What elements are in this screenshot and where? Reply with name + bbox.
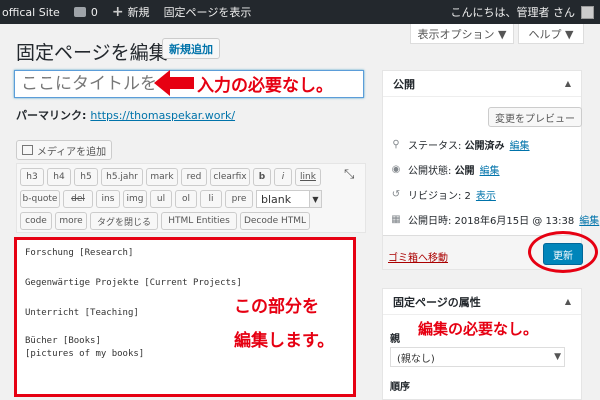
permalink: パーマリンク: https://thomaspekar.work/	[16, 107, 235, 123]
annotation-arrow-icon	[154, 70, 194, 96]
qt-button[interactable]: HTML Entities	[161, 212, 237, 230]
parent-select-value: (親なし)	[397, 353, 435, 365]
editor-line: Gegenwärtige Projekte [Current Projects]	[25, 278, 242, 288]
comments-count: 0	[90, 5, 98, 19]
qt-button[interactable]: h3	[20, 168, 44, 186]
user-account-menu[interactable]: こんにちは、管理者 さん	[444, 0, 600, 24]
add-new-button[interactable]: 新規追加	[162, 38, 220, 59]
add-media-button[interactable]: メディアを追加	[16, 140, 112, 160]
collapse-icon[interactable]: ▲	[565, 297, 571, 306]
permalink-url[interactable]: https://thomaspekar.work/	[90, 109, 235, 122]
qt-button[interactable]: ins	[96, 190, 120, 208]
screen-options-button[interactable]: 表示オプション ▼	[410, 24, 514, 44]
annotation-attributes-note: 編集の必要なし。	[418, 320, 539, 338]
qt-button[interactable]: h4	[47, 168, 71, 186]
plus-icon: +	[111, 4, 124, 20]
new-content-link[interactable]: + 新規	[105, 0, 157, 24]
preview-changes-button[interactable]: 変更をプレビュー	[488, 107, 582, 127]
page-title: 固定ページを編集	[16, 42, 168, 64]
status-label: ステータス:	[408, 141, 462, 152]
annotation-editor-line: この部分を	[234, 297, 319, 317]
parent-label: 親	[390, 334, 400, 345]
qt-button[interactable]: ol	[175, 190, 197, 208]
editor-line: Unterricht [Teaching]	[25, 308, 139, 318]
published-on-row: 公開日時: 2018年6月15日 @ 13:38 編集	[390, 212, 599, 227]
qt-select-value: blank	[261, 192, 292, 206]
published-on-label: 公開日時: 2018年6月15日 @ 13:38	[408, 216, 575, 227]
collapse-icon[interactable]: ▲	[565, 79, 571, 88]
qt-button[interactable]: h5.jahr	[101, 168, 143, 186]
annotation-editor-line: 編集します。	[234, 331, 335, 351]
visibility-label: 公開状態:	[408, 166, 452, 177]
comment-icon	[73, 7, 86, 17]
avatar	[581, 5, 594, 19]
qt-button[interactable]: li	[200, 190, 222, 208]
order-label: 順序	[390, 382, 410, 393]
move-to-trash-link[interactable]: ゴミ箱へ移動	[388, 249, 448, 264]
annotation-circle	[528, 231, 598, 273]
publish-box-title: 公開	[393, 77, 415, 91]
comments-link[interactable]: 0	[67, 0, 105, 24]
qt-button[interactable]: ul	[150, 190, 172, 208]
visibility-row: 公開状態: 公開編集	[390, 162, 500, 177]
qt-button[interactable]: h5	[74, 168, 98, 186]
revisions-label: リビジョン: 2	[408, 191, 471, 202]
annotation-title-note: 入力の必要なし。	[197, 76, 333, 96]
qt-link-button[interactable]: link	[295, 168, 321, 186]
site-name-link[interactable]: offical Site	[0, 0, 67, 24]
page-attributes-header[interactable]: 固定ページの属性 ▲	[383, 289, 581, 315]
qt-button[interactable]: clearfix	[210, 168, 250, 186]
eye-icon	[390, 164, 402, 176]
chevron-down-icon: ▼	[554, 352, 561, 362]
status-edit-link[interactable]: 編集	[510, 137, 530, 152]
chevron-down-icon: ▼	[309, 191, 321, 207]
publish-box-header[interactable]: 公開 ▲	[383, 71, 581, 97]
qt-button[interactable]: red	[181, 168, 207, 186]
revisions-link[interactable]: 表示	[476, 187, 496, 202]
parent-select[interactable]: (親なし) ▼	[390, 347, 565, 367]
revisions-row: リビジョン: 2 表示	[390, 187, 496, 202]
revisions-icon	[390, 189, 402, 201]
editor-line: [pictures of my books]	[25, 349, 145, 359]
status-value: 公開済み	[464, 141, 505, 152]
qt-button[interactable]: pre	[225, 190, 253, 208]
qt-button[interactable]: Decode HTML	[240, 212, 310, 230]
qt-italic-button[interactable]: i	[274, 168, 292, 186]
visibility-value: 公開	[454, 166, 475, 177]
add-media-label: メディアを追加	[36, 146, 107, 158]
qt-del-button[interactable]: del	[63, 190, 93, 208]
qt-button[interactable]: mark	[146, 168, 178, 186]
view-page-link[interactable]: 固定ページを表示	[157, 0, 259, 24]
qt-button[interactable]: code	[20, 212, 52, 230]
qt-select[interactable]: blank ▼	[256, 190, 322, 208]
editor-line: Forschung [Research]	[25, 248, 134, 258]
annotation-editor-note: この部分を 編集します。	[234, 290, 334, 358]
calendar-icon	[390, 214, 402, 226]
greeting-text: こんにちは、管理者 さん	[450, 6, 576, 19]
editor-line: Bücher [Books]	[25, 336, 101, 346]
fullscreen-expand-icon[interactable]: ⤡	[344, 167, 354, 182]
pin-icon	[390, 139, 402, 151]
page-attributes-title: 固定ページの属性	[393, 295, 481, 309]
permalink-label: パーマリンク:	[16, 109, 87, 122]
new-label: 新規	[127, 6, 150, 19]
published-on-edit-link[interactable]: 編集	[579, 212, 599, 227]
admin-bar: offical Site 0 + 新規 固定ページを表示 こんにちは、管理者 さ…	[0, 0, 600, 24]
qt-button[interactable]: more	[55, 212, 87, 230]
page-attributes-box: 固定ページの属性 ▲	[382, 288, 582, 400]
status-row: ステータス: 公開済み編集	[390, 137, 530, 152]
qt-button[interactable]: b-quote	[20, 190, 60, 208]
qt-button[interactable]: img	[123, 190, 147, 208]
qt-bold-button[interactable]: b	[253, 168, 271, 186]
qt-close-tags-button[interactable]: タグを閉じる	[90, 212, 158, 230]
media-icon	[21, 145, 33, 155]
help-button[interactable]: ヘルプ ▼	[518, 24, 584, 44]
visibility-edit-link[interactable]: 編集	[480, 162, 500, 177]
